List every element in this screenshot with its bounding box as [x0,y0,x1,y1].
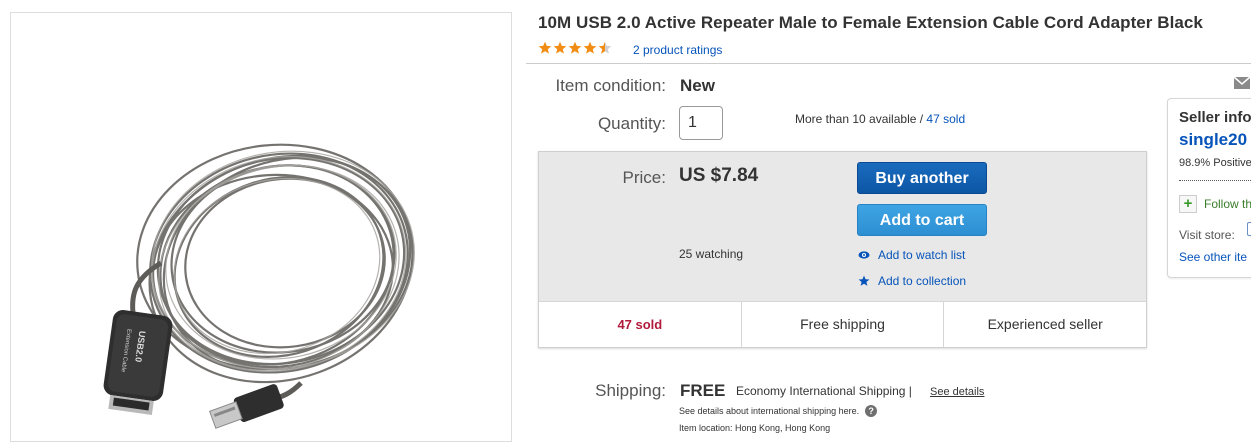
intl-note-text: See details about international shipping… [679,406,860,416]
international-shipping-note: See details about international shipping… [679,405,878,417]
follow-seller-link[interactable]: Follow th [1204,197,1251,211]
signal-free-shipping: Free shipping [742,302,945,347]
quantity-label: Quantity: [597,114,666,133]
signal-experienced-seller: Experienced seller [987,316,1103,332]
availability: More than 10 available / 47 sold [795,112,965,126]
product-title: 10M USB 2.0 Active Repeater Male to Fema… [538,13,1203,32]
price-value: US $7.84 [679,165,759,186]
signal-sold: 47 sold [539,302,742,347]
shipping-method: Economy International Shipping | [736,384,912,398]
watching-count: 25 watching [679,247,744,261]
condition-label: Item condition: [555,76,666,95]
availability-text: More than 10 available / [795,112,927,126]
condition-value: New [680,76,715,95]
shipping-free: FREE [680,381,726,400]
shipping-label: Shipping: [595,381,666,400]
divider [526,63,1251,64]
eye-icon [858,251,870,259]
divider [1179,180,1251,181]
product-image: USB2.0 Extension Cable [103,143,415,429]
star-icon [583,41,597,54]
question-icon[interactable]: ? [865,405,878,417]
star-icon [858,275,870,286]
star-icon [568,41,582,54]
plus-icon[interactable]: + [1179,195,1197,213]
see-other-items-link[interactable]: See other ite [1179,250,1247,264]
item-location: Item location: Hong Kong, Hong Kong [679,423,831,433]
add-to-watch-list-link[interactable]: Add to watch list [858,248,965,262]
male-connector [209,384,284,429]
product-image-panel[interactable]: USB2.0 Extension Cable [10,12,512,442]
half-star-icon [598,41,612,54]
buy-another-button[interactable]: Buy another [857,162,987,194]
watch-link-label: Add to watch list [878,248,966,262]
product-ratings-link[interactable]: 2 product ratings [633,43,722,57]
see-details-link[interactable]: See details [930,386,984,398]
quantity-input[interactable] [679,106,723,140]
seller-feedback: 98.9% Positive [1179,157,1251,169]
star-icon [538,41,552,54]
star-rating[interactable] [538,41,612,55]
price-label: Price: [622,168,666,187]
female-connector: USB2.0 Extension Cable [103,310,173,416]
envelope-icon[interactable] [1233,74,1251,92]
seller-name-link[interactable]: single20 [1179,130,1247,150]
store-badge-icon[interactable] [1247,222,1251,236]
visit-store-label: Visit store: [1179,228,1235,242]
collection-link-label: Add to collection [878,274,967,288]
seller-info-title: Seller info [1179,109,1251,126]
sold-link[interactable]: 47 sold [926,112,965,126]
signals-strip: 47 sold Free shipping Experienced seller [539,301,1146,347]
add-to-collection-link[interactable]: Add to collection [858,274,966,288]
add-to-cart-button[interactable]: Add to cart [857,204,987,236]
star-icon [553,41,567,54]
